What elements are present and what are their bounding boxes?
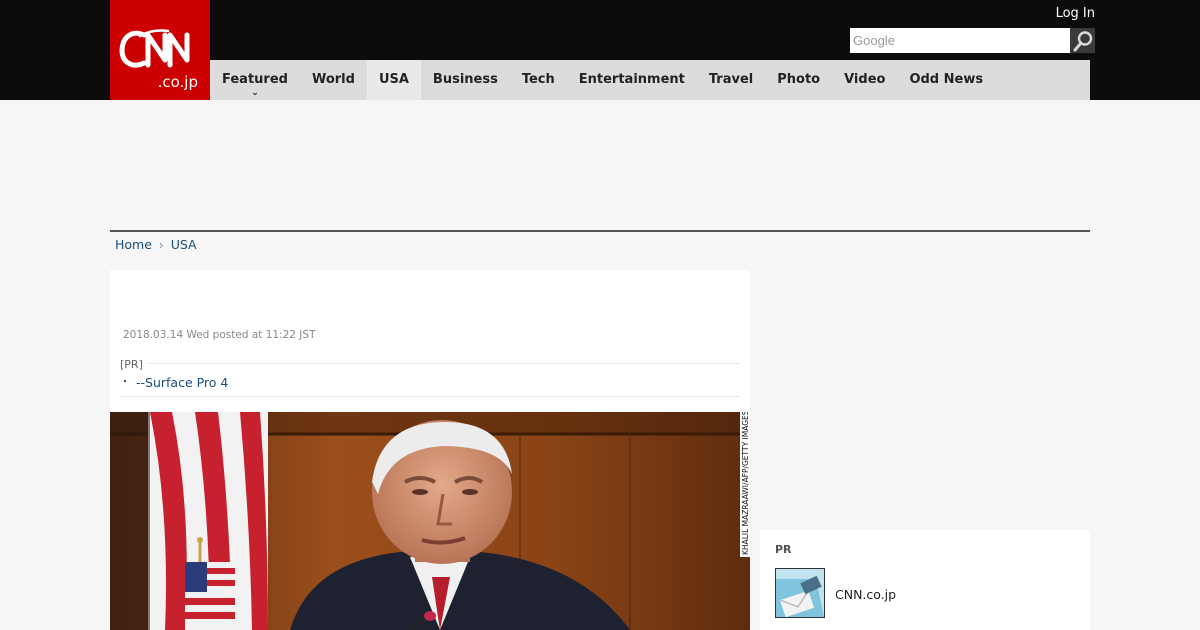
search-box: Google (850, 28, 1095, 53)
cnn-logo[interactable]: .co.jp (110, 0, 210, 100)
pr-link[interactable]: --Surface Pro 4 (136, 375, 228, 391)
article-photo: KHALIL MAZRAAWI/AFP/GETTY IMAGES (110, 410, 750, 630)
pr-link-row: ・ --Surface Pro 4 (120, 375, 228, 391)
mail-icon (776, 569, 824, 617)
nav-photo[interactable]: Photo (765, 60, 832, 100)
bullet-icon: ・ (120, 377, 130, 388)
nav-entertainment[interactable]: Entertainment (567, 60, 697, 100)
site-header: .co.jp Log In Google Featured ⌄ World US… (0, 0, 1200, 100)
nav-tech[interactable]: Tech (510, 60, 567, 100)
pr-tag: [PR] (120, 358, 147, 371)
logo-subtitle: .co.jp (158, 73, 198, 91)
nav-featured-label: Featured (222, 72, 288, 87)
nav-video[interactable]: Video (832, 60, 897, 100)
main-nav: Featured ⌄ World USA Business Tech Enter… (210, 60, 1090, 100)
login-link[interactable]: Log In (1056, 6, 1095, 21)
search-icon (1073, 30, 1092, 51)
search-button[interactable] (1070, 28, 1095, 53)
article-photo-image: KHALIL MAZRAAWI/AFP/GETTY IMAGES (110, 410, 750, 630)
cnn-logo-mark: .co.jp (119, 29, 198, 91)
sidebar-pr-thumbnail[interactable] (775, 568, 825, 618)
breadcrumb-usa[interactable]: USA (171, 237, 197, 252)
nav-travel[interactable]: Travel (697, 60, 765, 100)
photo-credit: KHALIL MAZRAAWI/AFP/GETTY IMAGES (741, 412, 750, 555)
posted-timestamp: 2018.03.14 Wed posted at 11:22 JST (123, 329, 316, 341)
section-divider (110, 230, 1090, 232)
breadcrumb: Home › USA (115, 237, 197, 252)
nav-odd-news[interactable]: Odd News (897, 60, 995, 100)
sidebar-pr-title: PR (775, 543, 792, 556)
sidebar-pr-box: PR CNN.co.jp (760, 530, 1090, 630)
sidebar-pr-link[interactable]: CNN.co.jp (835, 587, 896, 602)
nav-featured[interactable]: Featured ⌄ (210, 60, 300, 100)
article-card: 2018.03.14 Wed posted at 11:22 JST [PR] … (110, 270, 750, 630)
chevron-down-icon: ⌄ (251, 88, 259, 98)
breadcrumb-home[interactable]: Home (115, 237, 152, 252)
chevron-right-icon: › (158, 237, 164, 252)
search-input[interactable]: Google (850, 28, 1070, 53)
nav-world[interactable]: World (300, 60, 367, 100)
nav-usa[interactable]: USA (366, 60, 421, 100)
pr-box: [PR] ・ --Surface Pro 4 (120, 358, 740, 397)
nav-business[interactable]: Business (421, 60, 510, 100)
